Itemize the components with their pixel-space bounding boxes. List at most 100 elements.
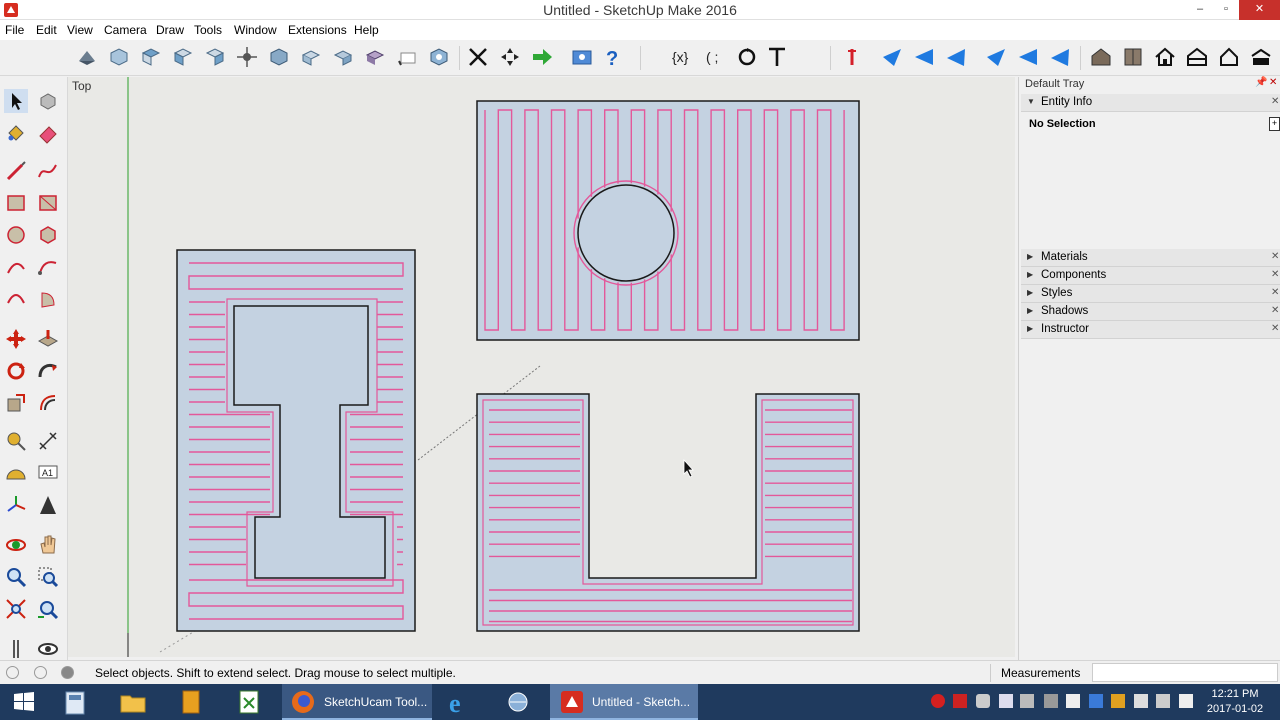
cloud-icon[interactable] (976, 694, 990, 708)
panel-close-icon[interactable]: ✕ (1271, 251, 1279, 262)
model-canvas[interactable] (68, 77, 1015, 657)
file-explorer-icon[interactable] (116, 684, 150, 720)
panel-close-icon[interactable]: ✕ (1271, 287, 1279, 298)
menu-help[interactable]: Help (354, 23, 379, 37)
antivirus-icon[interactable] (953, 694, 967, 708)
menu-edit[interactable]: Edit (36, 23, 57, 37)
orbit-icon[interactable] (4, 533, 28, 557)
delete-x-icon[interactable] (466, 45, 490, 69)
wireframe-icon[interactable] (299, 45, 323, 69)
text-tool-icon[interactable] (765, 45, 789, 69)
rotate-icon[interactable] (4, 359, 28, 383)
close-button[interactable]: ✕ (1239, 0, 1280, 20)
network-icon[interactable] (1156, 694, 1170, 708)
blue-wedge-3-icon[interactable] (944, 45, 968, 69)
bluetooth-icon[interactable] (999, 694, 1013, 708)
polygon-icon[interactable] (36, 223, 60, 247)
iso-view-icon[interactable] (107, 45, 131, 69)
top-view-icon[interactable] (139, 45, 163, 69)
taskbar-clock[interactable]: 12:21 PM 2017-01-02 (1204, 687, 1266, 717)
section-plane-icon[interactable] (235, 45, 259, 69)
usb-icon[interactable] (1020, 694, 1034, 708)
refresh-icon[interactable] (735, 45, 759, 69)
axes-icon[interactable] (4, 493, 28, 517)
crosshair-icon[interactable] (498, 45, 522, 69)
formula-icon[interactable]: {x} (671, 45, 695, 69)
monochrome-icon[interactable] (427, 45, 451, 69)
pencil-line-icon[interactable] (4, 159, 28, 183)
monitor-icon[interactable] (1134, 694, 1148, 708)
taskbar-app-sketchucam[interactable]: SketchUcam Tool... (282, 684, 432, 720)
offset-icon[interactable] (36, 391, 60, 415)
freehand-icon[interactable] (36, 159, 60, 183)
drawing-viewport[interactable]: Top (68, 77, 1015, 657)
calculator-icon[interactable] (60, 684, 90, 720)
tray-app-2-icon[interactable] (1111, 694, 1125, 708)
internet-explorer-icon[interactable]: e (442, 684, 478, 720)
components-window-icon[interactable] (1121, 45, 1145, 69)
right-view-icon[interactable] (203, 45, 227, 69)
credits-icon[interactable] (34, 666, 47, 679)
warehouse-icon[interactable] (1089, 45, 1113, 69)
orbit-tool-icon[interactable] (75, 45, 99, 69)
sketchucam-tool-icon[interactable] (840, 45, 864, 69)
panel-shadows[interactable]: ▶ Shadows ✕ (1021, 303, 1280, 321)
arc-icon[interactable] (4, 255, 28, 279)
text-label-icon[interactable]: A1 (36, 461, 60, 485)
help-icon[interactable]: ? (600, 45, 624, 69)
house-cut-icon[interactable] (1249, 45, 1273, 69)
device-icon[interactable] (1044, 694, 1058, 708)
panel-close-icon[interactable]: ✕ (1271, 323, 1279, 334)
panel-instructor[interactable]: ▶ Instructor ✕ (1021, 321, 1280, 339)
panel-materials[interactable]: ▶ Materials ✕ (1021, 249, 1280, 267)
paren-icon[interactable]: ( ; (703, 45, 727, 69)
toggle-details-icon[interactable]: + (1269, 117, 1280, 131)
select-arrow-icon[interactable] (4, 89, 28, 113)
scene-icon[interactable] (570, 45, 594, 69)
menu-extensions[interactable]: Extensions (288, 23, 347, 37)
geo-location-icon[interactable] (6, 666, 19, 679)
hidden-line-icon[interactable] (331, 45, 355, 69)
panel-styles[interactable]: ▶ Styles ✕ (1021, 285, 1280, 303)
eraser-icon[interactable] (36, 121, 60, 145)
flag-icon[interactable] (1066, 694, 1080, 708)
rotated-rectangle-icon[interactable] (36, 191, 60, 215)
house-section-icon[interactable] (1185, 45, 1209, 69)
walk-icon[interactable] (4, 637, 28, 661)
follow-me-icon[interactable] (36, 359, 60, 383)
two-point-arc-icon[interactable] (36, 255, 60, 279)
tray-close-icon[interactable]: ✕ (1269, 77, 1277, 88)
menu-draw[interactable]: Draw (156, 23, 184, 37)
rectangle-icon[interactable] (4, 191, 28, 215)
maximize-button[interactable]: ▫ (1213, 0, 1239, 20)
volume-icon[interactable] (1179, 694, 1193, 708)
blue-wedge-1-icon[interactable] (880, 45, 904, 69)
pie-icon[interactable] (36, 287, 60, 311)
blue-wedge-2-icon[interactable] (912, 45, 936, 69)
move-icon[interactable] (4, 327, 28, 351)
notes-app-icon[interactable] (174, 684, 208, 720)
look-around-icon[interactable] (36, 637, 60, 661)
zoom-extents-icon[interactable] (4, 597, 28, 621)
menu-view[interactable]: View (67, 23, 93, 37)
previous-view-icon[interactable] (36, 597, 60, 621)
textured-icon[interactable] (395, 45, 419, 69)
xray-icon[interactable] (267, 45, 291, 69)
menu-file[interactable]: File (5, 23, 24, 37)
panel-entity-info[interactable]: ▼ Entity Info ✕ (1021, 94, 1280, 112)
three-point-arc-icon[interactable] (4, 287, 28, 311)
blue-wedge-6-icon[interactable] (1048, 45, 1072, 69)
menu-tools[interactable]: Tools (194, 23, 222, 37)
pin-icon[interactable]: 📌 (1255, 77, 1267, 88)
circle-icon[interactable] (4, 223, 28, 247)
taskbar-app-sketchup[interactable]: Untitled - Sketch... (550, 684, 698, 720)
user-icon[interactable] (61, 666, 74, 679)
menu-camera[interactable]: Camera (104, 23, 147, 37)
scale-icon[interactable] (4, 391, 28, 415)
blue-wedge-4-icon[interactable] (984, 45, 1008, 69)
app-tray-icon[interactable] (1089, 694, 1103, 708)
front-view-icon[interactable] (171, 45, 195, 69)
protractor-icon[interactable] (4, 461, 28, 485)
panel-components[interactable]: ▶ Components ✕ (1021, 267, 1280, 285)
measurements-input[interactable] (1092, 663, 1278, 682)
